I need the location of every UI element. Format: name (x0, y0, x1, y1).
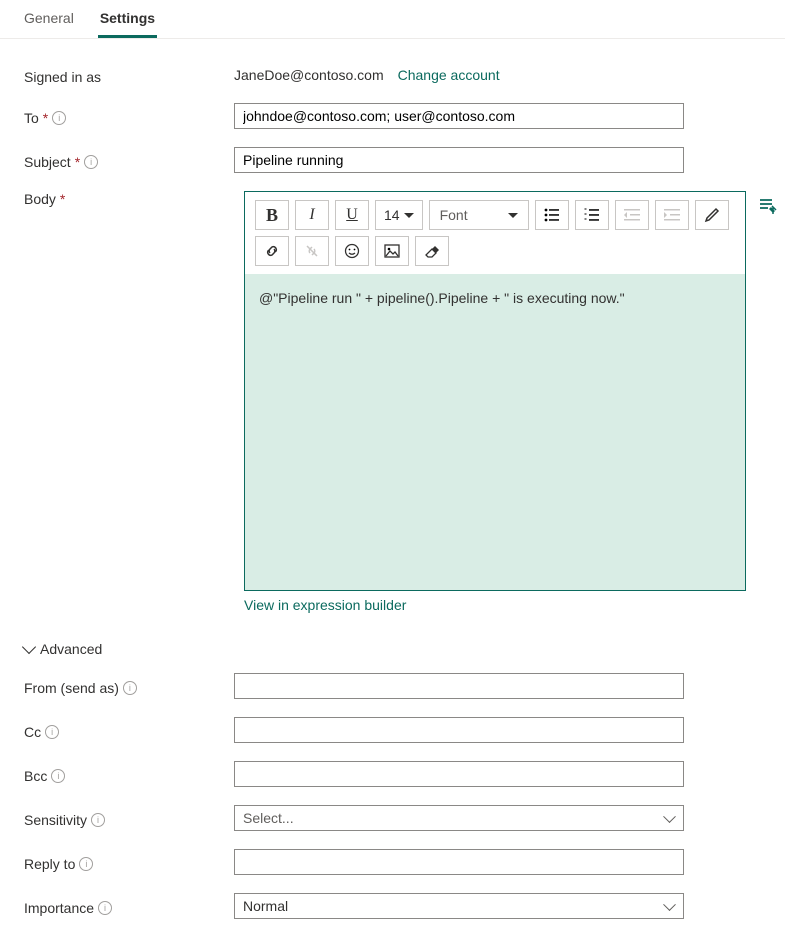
info-icon[interactable]: i (123, 681, 137, 695)
info-icon[interactable]: i (45, 725, 59, 739)
bcc-label: Bcc (24, 768, 47, 784)
tab-settings[interactable]: Settings (98, 10, 157, 38)
outdent-icon (624, 208, 640, 222)
importance-select[interactable]: Normal (234, 893, 684, 919)
editor-toolbar: B I U 14 Font (245, 192, 745, 274)
required-asterisk: * (43, 110, 48, 126)
emoji-button[interactable] (335, 236, 369, 266)
cc-field[interactable] (234, 717, 684, 743)
bcc-field[interactable] (234, 761, 684, 787)
info-icon[interactable]: i (51, 769, 65, 783)
bold-button[interactable]: B (255, 200, 289, 230)
tab-bar: General Settings (0, 0, 785, 39)
to-field[interactable] (234, 103, 684, 129)
numbered-list-icon (584, 208, 600, 222)
subject-field[interactable] (234, 147, 684, 173)
eraser-button[interactable] (415, 236, 449, 266)
numbered-list-button[interactable] (575, 200, 609, 230)
caret-icon (404, 213, 414, 218)
link-icon (264, 243, 280, 259)
indent-button[interactable] (655, 200, 689, 230)
change-account-link[interactable]: Change account (398, 67, 500, 83)
italic-button[interactable]: I (295, 200, 329, 230)
chevron-down-icon (22, 640, 36, 654)
required-asterisk: * (75, 154, 80, 170)
reply-to-label: Reply to (24, 856, 75, 872)
font-placeholder: Font (440, 207, 468, 223)
eraser-icon (424, 244, 440, 258)
tab-general[interactable]: General (22, 10, 76, 38)
signed-in-label: Signed in as (24, 65, 234, 85)
sensitivity-label: Sensitivity (24, 812, 87, 828)
required-asterisk: * (60, 191, 65, 207)
info-icon[interactable]: i (79, 857, 93, 871)
indent-icon (664, 208, 680, 222)
signed-in-email: JaneDoe@contoso.com (234, 67, 384, 83)
importance-label: Importance (24, 900, 94, 916)
to-label: To (24, 110, 39, 126)
image-icon (384, 244, 400, 258)
info-icon[interactable]: i (52, 111, 66, 125)
unlink-icon (304, 243, 320, 259)
subject-label: Subject (24, 154, 71, 170)
fontsize-select[interactable]: 14 (375, 200, 423, 230)
body-label: Body (24, 191, 56, 207)
color-picker-button[interactable] (695, 200, 729, 230)
view-expression-link[interactable]: View in expression builder (244, 597, 746, 613)
sensitivity-select[interactable]: Select... (234, 805, 684, 831)
reply-to-field[interactable] (234, 849, 684, 875)
info-icon[interactable]: i (98, 901, 112, 915)
from-field[interactable] (234, 673, 684, 699)
info-icon[interactable]: i (84, 155, 98, 169)
body-editor: B I U 14 Font (244, 191, 746, 591)
pencil-icon (704, 207, 720, 223)
underline-button[interactable]: U (335, 200, 369, 230)
caret-icon (508, 213, 518, 218)
advanced-label: Advanced (40, 641, 102, 657)
editor-content[interactable]: @"Pipeline run " + pipeline().Pipeline +… (245, 274, 745, 590)
fontsize-value: 14 (384, 207, 400, 223)
bulleted-list-icon (544, 208, 560, 222)
dynamic-content-button[interactable] (756, 197, 780, 217)
emoji-icon (344, 243, 360, 259)
advanced-toggle[interactable]: Advanced (24, 641, 102, 657)
body-text: @"Pipeline run " + pipeline().Pipeline +… (259, 290, 625, 306)
settings-panel: Signed in as JaneDoe@contoso.com Change … (0, 39, 785, 943)
image-button[interactable] (375, 236, 409, 266)
from-label: From (send as) (24, 680, 119, 696)
cc-label: Cc (24, 724, 41, 740)
unlink-button[interactable] (295, 236, 329, 266)
dynamic-content-icon (758, 197, 778, 215)
info-icon[interactable]: i (91, 813, 105, 827)
link-button[interactable] (255, 236, 289, 266)
bulleted-list-button[interactable] (535, 200, 569, 230)
font-select[interactable]: Font (429, 200, 529, 230)
outdent-button[interactable] (615, 200, 649, 230)
